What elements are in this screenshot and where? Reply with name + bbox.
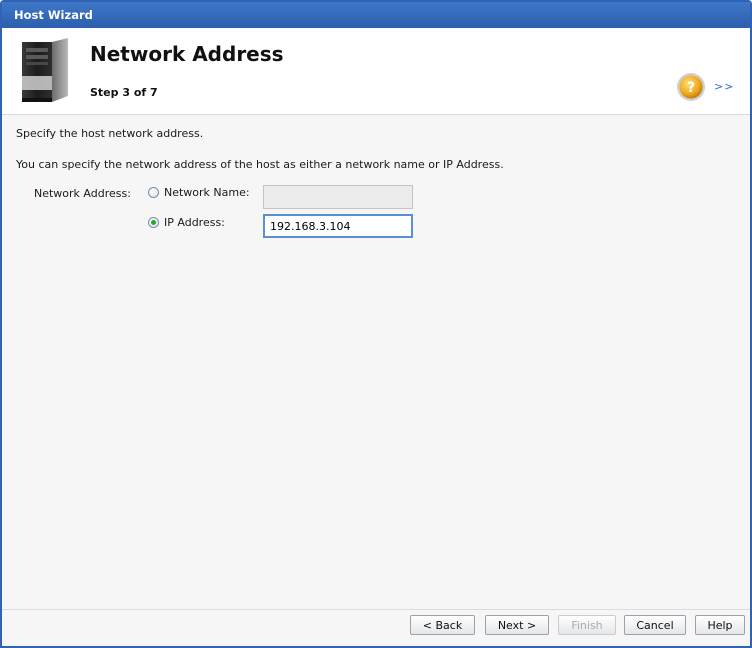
host-wizard-window: Host Wizard Network Address Step 3 of 7 … [0, 0, 752, 648]
network-name-input[interactable] [263, 185, 413, 209]
help-question-icon[interactable]: ? [676, 72, 706, 102]
ip-address-radio[interactable] [148, 217, 159, 228]
step-description: Specify the host network address. [16, 127, 204, 140]
network-name-option[interactable]: Network Name: [148, 186, 250, 199]
step-instructions: You can specify the network address of t… [16, 158, 504, 171]
step-indicator: Step 3 of 7 [90, 86, 158, 99]
ip-address-option[interactable]: IP Address: [148, 216, 225, 229]
svg-text:?: ? [687, 80, 695, 96]
help-button[interactable]: Help [695, 615, 745, 635]
page-title: Network Address [90, 42, 284, 66]
network-address-label: Network Address: [34, 187, 131, 200]
back-button[interactable]: < Back [410, 615, 475, 635]
wizard-content: Specify the host network address. You ca… [2, 115, 750, 610]
network-name-label: Network Name: [164, 186, 250, 199]
cancel-button[interactable]: Cancel [624, 615, 686, 635]
expand-link[interactable]: >> [714, 80, 734, 93]
ip-address-label: IP Address: [164, 216, 225, 229]
server-tower-icon [22, 38, 68, 102]
window-title: Host Wizard [2, 2, 750, 28]
finish-button[interactable]: Finish [558, 615, 616, 635]
ip-address-input[interactable] [263, 214, 413, 238]
network-name-radio[interactable] [148, 187, 159, 198]
wizard-header: Network Address Step 3 of 7 ? >> [2, 28, 750, 115]
next-button[interactable]: Next > [485, 615, 549, 635]
wizard-footer: < Back Next > Finish Cancel Help [2, 609, 750, 646]
